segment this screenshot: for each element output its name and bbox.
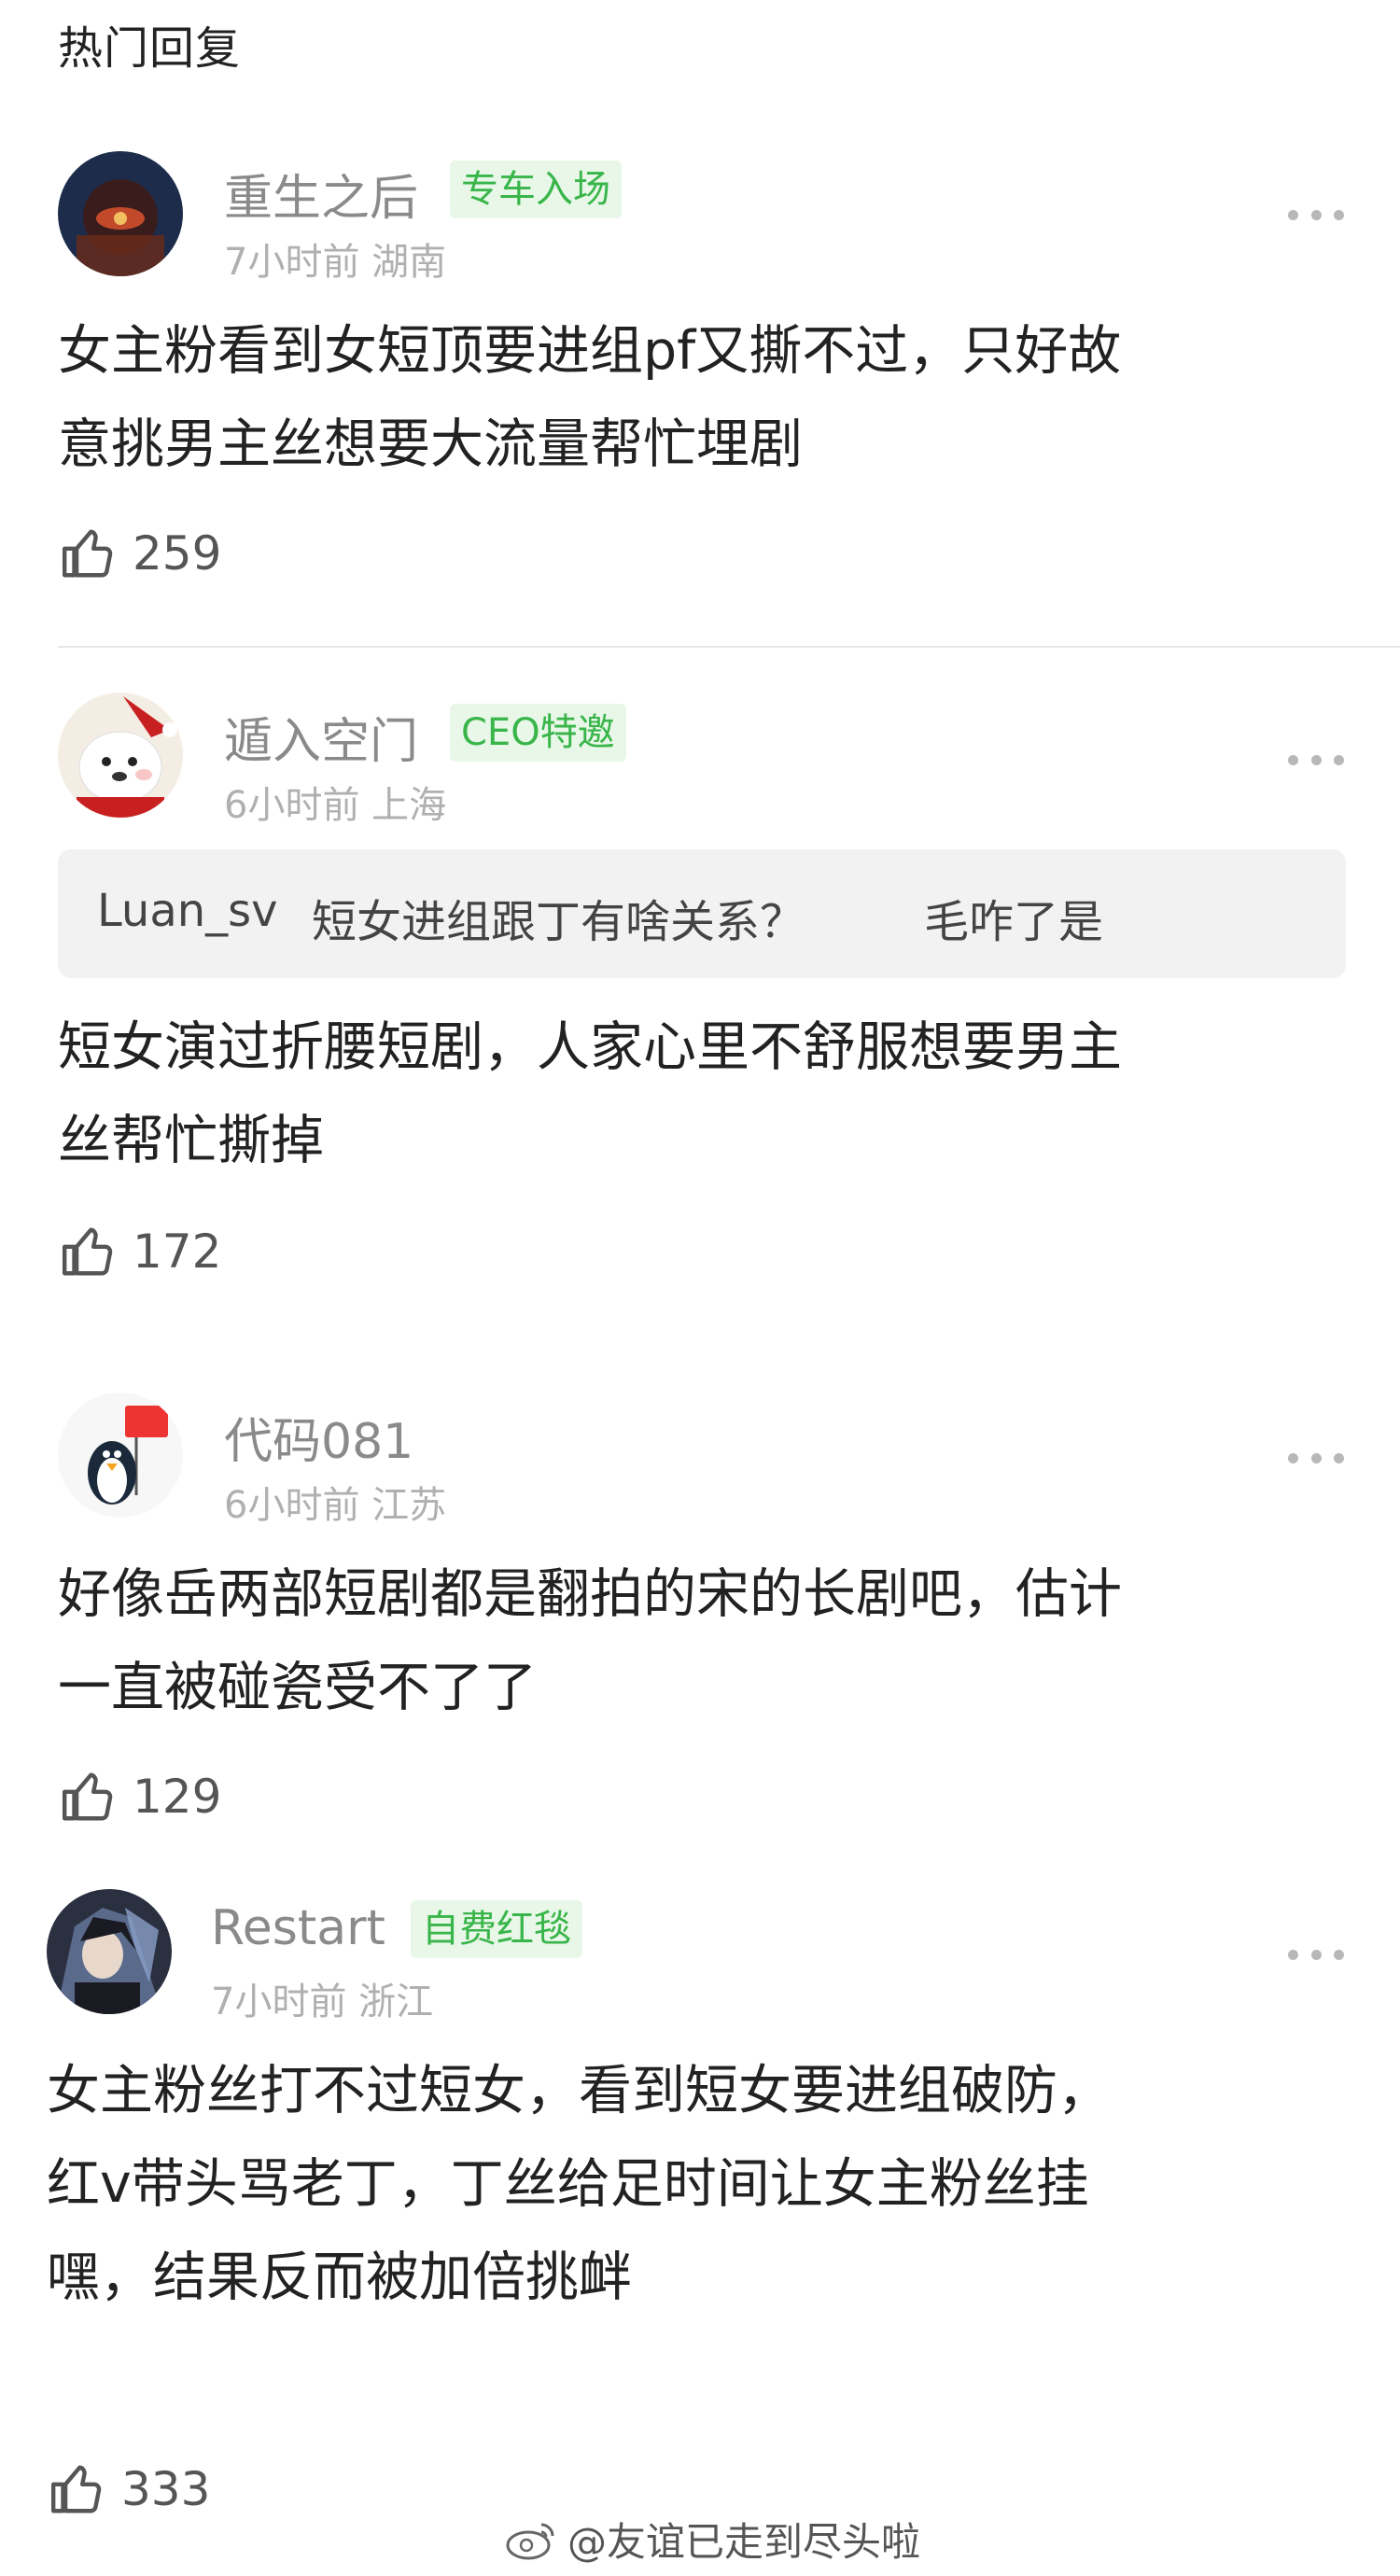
avatar-image (58, 693, 183, 818)
comment-location: 上海 (371, 784, 447, 827)
comment-time: 6小时前 (224, 784, 360, 827)
more-icon[interactable] (1288, 1449, 1344, 1467)
user-badge: 专车入场 (450, 161, 622, 218)
comment-time: 6小时前 (224, 1484, 360, 1527)
like-count: 129 (133, 1770, 222, 1824)
avatar[interactable] (58, 1393, 183, 1518)
thumbs-up-icon (62, 529, 113, 578)
comment-text: 女主粉看到女短顶要进组pf又撕不过，只好故 意挑男主丝想要大流量帮忙埋剧 (58, 304, 1365, 491)
thumbs-up-icon (62, 1227, 113, 1276)
thumbs-up-icon (50, 2465, 102, 2513)
user-badge: 自费红毯 (411, 1900, 582, 1958)
comment-text-line: 好像岳两部短剧都是翻拍的宋的长剧吧，估计 (58, 1563, 1122, 1625)
like-count: 172 (133, 1225, 222, 1279)
like-button[interactable]: 172 (60, 1223, 221, 1281)
comment-location: 浙江 (358, 1981, 434, 2023)
divider (58, 646, 1400, 648)
like-button[interactable]: 333 (49, 2460, 210, 2518)
like-count: 259 (133, 526, 222, 581)
comment-text-line: 一直被碰瓷受不了了 (58, 1657, 537, 1718)
comment-location: 湖南 (371, 241, 447, 284)
comment-meta: 6小时前 上海 (224, 775, 446, 829)
like-button[interactable]: 259 (60, 525, 221, 582)
comment-meta: 7小时前 湖南 (224, 231, 446, 286)
watermark: @友谊已走到尽头啦 (504, 2511, 920, 2568)
comment-text: 女主粉丝打不过短女，看到短女要进组破防， 红v带头骂老丁，丁丝给足时间让女主粉丝… (47, 2044, 1353, 2324)
weibo-logo-icon (506, 2523, 554, 2559)
comment-time: 7小时前 (211, 1981, 347, 2023)
username[interactable]: 代码081 (224, 1402, 413, 1472)
avatar-image (58, 1393, 183, 1518)
section-title: 热门回复 (58, 22, 242, 75)
comment-text-line: 女主粉看到女短顶要进组pf又撕不过，只好故 (58, 320, 1122, 382)
quoted-reply[interactable]: Luan_sv 短女进组跟丁有啥关系？ 毛咋了是 (58, 849, 1346, 978)
avatar[interactable] (58, 693, 183, 818)
more-icon[interactable] (1288, 1945, 1344, 1964)
comment-text-line: 意挑男主丝想要大流量帮忙埋剧 (58, 413, 803, 475)
avatar-image (47, 1889, 172, 2014)
comment-meta: 7小时前 浙江 (211, 1971, 433, 2025)
comment-text: 好像岳两部短剧都是翻拍的宋的长剧吧，估计 一直被碰瓷受不了了 (58, 1547, 1365, 1734)
thumbs-up-icon (62, 1772, 113, 1821)
avatar[interactable] (58, 151, 183, 276)
more-icon[interactable] (1288, 205, 1344, 224)
quote-text: 短女进组跟丁有啥关系？ (312, 896, 805, 948)
quote-reply-text: 毛咋了是 (924, 896, 1104, 948)
comment-time: 7小时前 (224, 241, 360, 284)
username[interactable]: 遁入空门 (224, 702, 418, 772)
watermark-text: @友谊已走到尽头啦 (567, 2519, 921, 2565)
avatar[interactable] (47, 1889, 172, 2014)
comment-text-line: 嘿，结果反而被加倍挑衅 (47, 2247, 632, 2308)
like-count: 333 (121, 2462, 211, 2516)
comment-text-line: 短女演过折腰短剧，人家心里不舒服想要男主 (58, 1016, 1122, 1078)
more-icon[interactable] (1288, 750, 1344, 769)
user-badge: CEO特邀 (450, 704, 626, 762)
comment-text: 短女演过折腰短剧，人家心里不舒服想要男主 丝帮忙撕掉 (58, 1001, 1365, 1187)
quote-username[interactable]: Luan_sv (97, 885, 278, 937)
comment-text-line: 红v带头骂老丁，丁丝给足时间让女主粉丝挂 (47, 2153, 1089, 2215)
comment-meta: 6小时前 江苏 (224, 1475, 446, 1529)
like-button[interactable]: 129 (60, 1768, 221, 1826)
username[interactable]: 重生之后 (224, 159, 418, 229)
username[interactable]: Restart (211, 1900, 385, 1956)
comment-text-line: 女主粉丝打不过短女，看到短女要进组破防， (47, 2060, 1111, 2121)
comment-location: 江苏 (371, 1484, 447, 1527)
avatar-image (58, 151, 183, 276)
comment-text-line: 丝帮忙撕掉 (58, 1110, 324, 1171)
